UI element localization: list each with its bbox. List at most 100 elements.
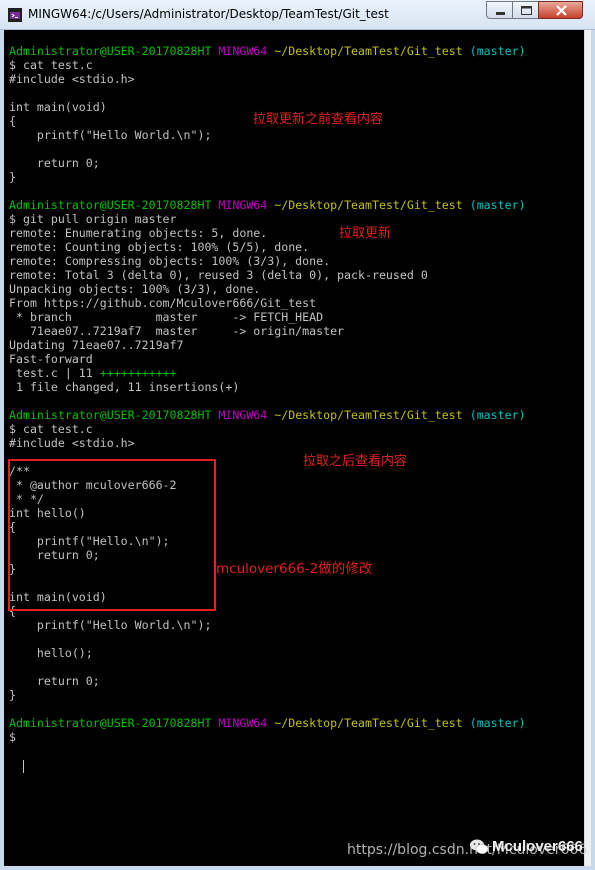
terminal-line: * branch master -> FETCH_HEAD: [9, 310, 323, 324]
terminal-line: Administrator@USER-20170828HT MINGW64 ~/…: [9, 44, 526, 58]
highlight-box: [8, 459, 216, 611]
terminal-text: Administrator@USER-20170828HT: [9, 198, 212, 212]
terminal-line: return 0;: [9, 156, 100, 170]
window-frame-right: [591, 30, 595, 870]
maximize-icon: [521, 6, 532, 15]
terminal-text: Unpacking objects: 100% (3/3), done.: [9, 282, 261, 296]
terminal-line: remote: Compressing objects: 100% (3/3),…: [9, 254, 330, 268]
terminal-line: remote: Enumerating objects: 5, done.: [9, 226, 267, 240]
terminal-line: Updating 71eae07..7219af7: [9, 338, 184, 352]
terminal-line: hello();: [9, 646, 93, 660]
terminal-text: ~/Desktop/TeamTest/Git_test: [274, 716, 463, 730]
annotation-before-pull: 拉取更新之前查看内容: [253, 112, 384, 127]
terminal-line: printf("Hello World.\n");: [9, 128, 212, 142]
terminal-line: $ cat test.c: [9, 58, 93, 72]
terminal-text: MINGW64: [218, 198, 268, 212]
terminal-text: {: [9, 114, 16, 128]
terminal-text: int main(void): [9, 100, 107, 114]
terminal-text: }: [9, 688, 16, 702]
terminal-text: MINGW64: [218, 44, 268, 58]
terminal-text: (master): [469, 198, 526, 212]
terminal-line: {: [9, 114, 16, 128]
terminal-text: (master): [469, 716, 526, 730]
terminal-line: remote: Counting objects: 100% (5/5), do…: [9, 240, 309, 254]
terminal-text: Updating 71eae07..7219af7: [9, 338, 184, 352]
terminal-text: #include <stdio.h>: [9, 72, 135, 86]
terminal-text: $: [9, 730, 23, 744]
close-button[interactable]: [538, 1, 583, 19]
terminal-text: remote: Total 3 (delta 0), reused 3 (del…: [9, 268, 428, 282]
terminal-line: From https://github.com/Mculover666/Git_…: [9, 296, 316, 310]
watermark-author: Mculover666: [492, 838, 583, 855]
terminal-line: Administrator@USER-20170828HT MINGW64 ~/…: [9, 408, 526, 422]
terminal-text: 1 file changed, 11 insertions(+): [9, 380, 240, 394]
annotation-modification: mculover666-2做的修改: [216, 561, 373, 577]
terminal-text: +++++++++++: [99, 366, 177, 380]
terminal-text: $ cat test.c: [9, 422, 93, 436]
terminal-line: $ cat test.c: [9, 422, 93, 436]
terminal-text: (master): [469, 44, 526, 58]
terminal-line: remote: Total 3 (delta 0), reused 3 (del…: [9, 268, 428, 282]
wechat-icon: [470, 839, 489, 854]
terminal-output[interactable]: $ Administrator@USER-20170828HT MINGW64 …: [4, 30, 584, 866]
terminal-text: $ cat test.c: [9, 58, 93, 72]
terminal-text: printf("Hello World.\n");: [9, 128, 212, 142]
vertical-scrollbar[interactable]: [584, 30, 591, 866]
window-titlebar: MINGW64:/c/Users/Administrator/Desktop/T…: [0, 0, 595, 30]
terminal-text: From https://github.com/Mculover666/Git_…: [9, 296, 317, 310]
terminal-text: remote: Enumerating objects: 5, done.: [9, 226, 268, 240]
terminal-line: $ git pull origin master: [9, 212, 177, 226]
terminal-text: $ git pull origin master: [9, 212, 177, 226]
window-title: MINGW64:/c/Users/Administrator/Desktop/T…: [28, 7, 389, 21]
terminal-text: test.c | 11: [9, 366, 100, 380]
terminal-line: }: [9, 170, 16, 184]
window-frame-bottom: [0, 866, 595, 870]
annotation-after-pull: 拉取之后查看内容: [303, 454, 408, 469]
terminal-line: Unpacking objects: 100% (3/3), done.: [9, 282, 260, 296]
terminal-text: }: [9, 170, 16, 184]
terminal-line: Administrator@USER-20170828HT MINGW64 ~/…: [9, 716, 526, 730]
git-bash-icon: [8, 8, 22, 22]
terminal-text: ~/Desktop/TeamTest/Git_test: [274, 198, 463, 212]
terminal-text: ~/Desktop/TeamTest/Git_test: [274, 408, 463, 422]
terminal-text: hello();: [9, 646, 93, 660]
maximize-button[interactable]: [512, 1, 539, 19]
terminal-text: ~/Desktop/TeamTest/Git_test: [274, 44, 463, 58]
terminal-line: }: [9, 688, 16, 702]
terminal-text: remote: Compressing objects: 100% (3/3),…: [9, 254, 331, 268]
terminal-text: return 0;: [9, 674, 100, 688]
terminal-line: #include <stdio.h>: [9, 72, 135, 86]
terminal-text: MINGW64: [218, 716, 268, 730]
terminal-text: MINGW64: [218, 408, 268, 422]
terminal-text: remote: Counting objects: 100% (5/5), do…: [9, 240, 310, 254]
terminal-text: Administrator@USER-20170828HT: [9, 408, 212, 422]
terminal-text: (master): [469, 408, 526, 422]
terminal-line: Administrator@USER-20170828HT MINGW64 ~/…: [9, 198, 526, 212]
close-icon: [556, 5, 567, 16]
terminal-text: Administrator@USER-20170828HT: [9, 716, 212, 730]
minimize-button[interactable]: [486, 1, 513, 19]
terminal-text: return 0;: [9, 156, 100, 170]
terminal-text: 71eae07..7219af7 master -> origin/master: [9, 324, 345, 338]
terminal-text: Fast-forward: [9, 352, 93, 366]
minimize-icon: [496, 12, 505, 15]
terminal-line: #include <stdio.h>: [9, 436, 135, 450]
terminal-line: printf("Hello World.\n");: [9, 618, 212, 632]
terminal-line: return 0;: [9, 674, 100, 688]
terminal-line: $: [9, 730, 23, 744]
terminal-text: printf("Hello World.\n");: [9, 618, 212, 632]
annotation-pull: 拉取更新: [339, 226, 392, 241]
terminal-line: int main(void): [9, 100, 107, 114]
text-cursor: [23, 760, 24, 773]
terminal-line: 1 file changed, 11 insertions(+): [9, 380, 239, 394]
terminal-line: Fast-forward: [9, 352, 93, 366]
terminal-line: test.c | 11 +++++++++++: [9, 366, 177, 380]
terminal-text: #include <stdio.h>: [9, 436, 135, 450]
terminal-line: 71eae07..7219af7 master -> origin/master: [9, 324, 344, 338]
terminal-text: * branch master -> FETCH_HEAD: [9, 310, 324, 324]
terminal-text: Administrator@USER-20170828HT: [9, 44, 212, 58]
